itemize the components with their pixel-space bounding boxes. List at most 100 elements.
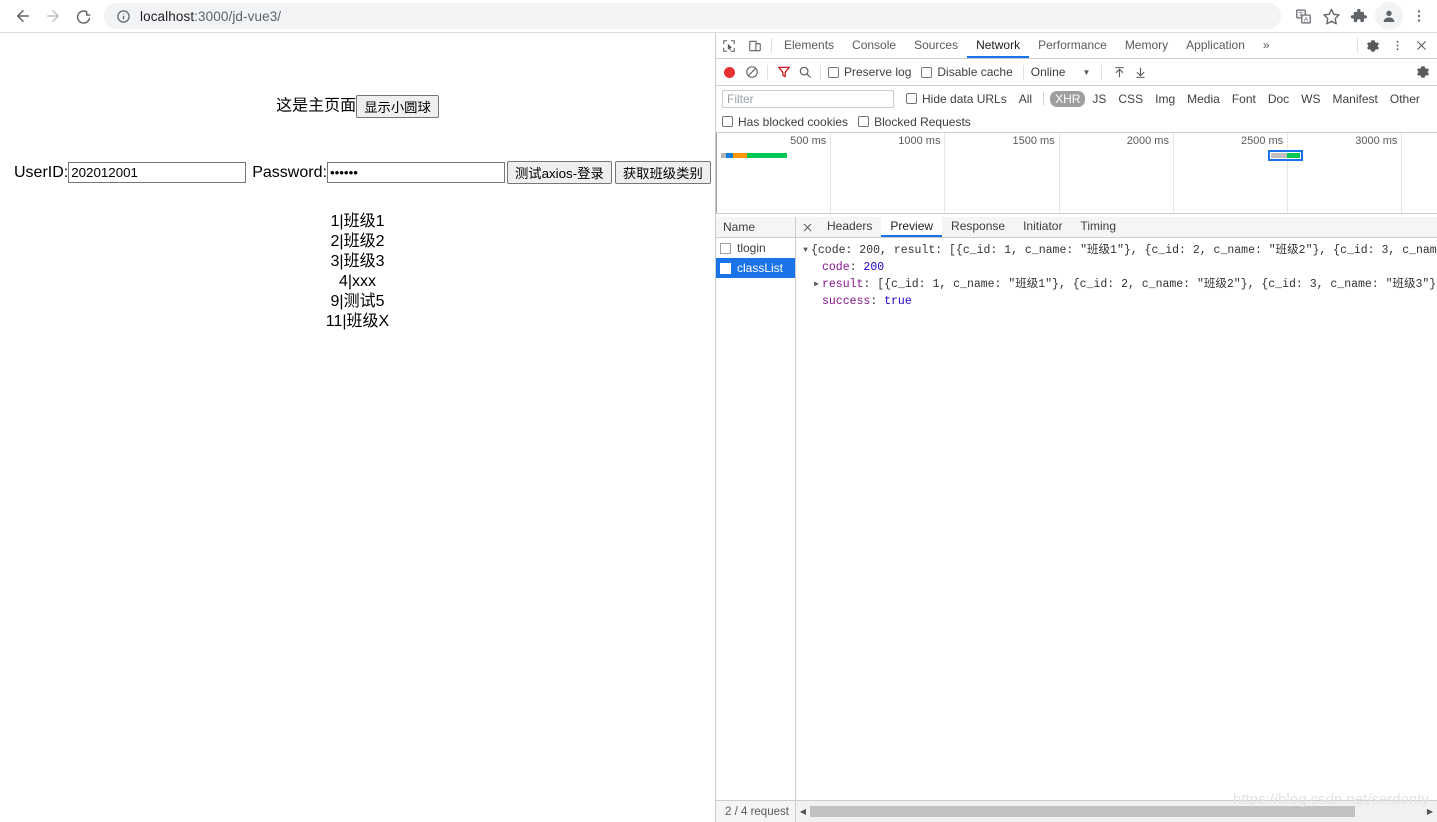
devtools-more-icon[interactable] (1385, 33, 1409, 58)
type-filter-doc[interactable]: Doc (1263, 91, 1294, 107)
device-toolbar-icon[interactable] (742, 33, 768, 58)
request-detail-column: Headers Preview Response Initiator Timing ▼ … (796, 217, 1437, 800)
export-har-icon[interactable] (1130, 62, 1151, 83)
type-filter-manifest[interactable]: Manifest (1328, 91, 1383, 107)
scrollbar-thumb[interactable] (810, 806, 1355, 817)
timeline-bar-segment (746, 153, 787, 158)
disable-cache-label: Disable cache (937, 65, 1013, 79)
type-filter-media[interactable]: Media (1182, 91, 1225, 107)
record-button-icon[interactable] (724, 66, 735, 78)
timeline-request-bar[interactable] (1267, 150, 1304, 161)
timeline-request-bar[interactable] (720, 153, 787, 158)
divider (1357, 38, 1358, 53)
hide-data-urls-checkbox[interactable]: Hide data URLs (906, 92, 1007, 106)
expand-triangle-icon[interactable]: ▼ (800, 242, 811, 259)
network-settings-icon[interactable] (1412, 62, 1433, 83)
type-filter-all[interactable]: All (1014, 91, 1037, 107)
scroll-right-arrow-icon[interactable]: ▶ (1423, 807, 1437, 816)
site-info-icon[interactable] (116, 9, 131, 24)
type-filter-xhr[interactable]: XHR (1050, 90, 1086, 107)
throttling-dropdown[interactable]: Online ▼ (1031, 65, 1091, 79)
divider (767, 64, 768, 80)
detail-tab-response[interactable]: Response (942, 217, 1014, 237)
show-ball-button[interactable]: 显示小圆球 (356, 95, 439, 118)
json-result-line[interactable]: ▶ result: [{c_id: 1, c_name: "班级1"}, {c_… (800, 276, 1437, 293)
devtools-settings-icon[interactable] (1361, 33, 1385, 58)
profile-avatar-icon[interactable] (1375, 2, 1403, 30)
devtools-tab-elements[interactable]: Elements (775, 33, 843, 58)
scrollbar-track[interactable] (1355, 806, 1423, 817)
translate-icon[interactable]: A文 (1289, 2, 1317, 30)
network-overview-timeline[interactable]: 500 ms 1000 ms 1500 ms 2000 ms 2500 ms 3000 m… (716, 133, 1437, 214)
network-filter-row: Hide data URLs All XHRJSCSSImgMediaFontDo… (716, 86, 1437, 111)
forward-button[interactable] (38, 1, 68, 31)
type-filter-css[interactable]: CSS (1113, 91, 1148, 107)
bookmark-star-icon[interactable] (1317, 2, 1345, 30)
reload-button[interactable] (68, 1, 98, 31)
login-form-row: UserID: Password: 测试axios-登录获取班级类别 (0, 161, 715, 184)
blocked-requests-checkbox[interactable]: Blocked Requests (858, 115, 971, 129)
json-success-key: success (822, 295, 871, 308)
expand-triangle-icon[interactable]: ▶ (811, 276, 822, 293)
json-code-line: code: 200 (822, 261, 885, 274)
response-preview-pane[interactable]: ▼ {code: 200, result: [{c_id: 1, c_name:… (796, 238, 1437, 800)
request-row[interactable]: classList (716, 258, 795, 278)
network-lower-area: Name tlogin classList Headers Preview Respo… (716, 217, 1437, 800)
search-icon[interactable] (794, 62, 815, 83)
detail-tab-timing[interactable]: Timing (1071, 217, 1125, 237)
detail-tab-initiator[interactable]: Initiator (1014, 217, 1071, 237)
devtools-tab-application[interactable]: Application (1177, 33, 1254, 58)
userid-input[interactable] (68, 162, 247, 183)
file-type-icon (720, 242, 731, 254)
url-text: localhost:3000/jd-vue3/ (140, 8, 282, 24)
filter-input[interactable] (722, 89, 894, 108)
back-button[interactable] (8, 1, 38, 31)
timeline-tick-label: 3000 ms (1355, 135, 1398, 147)
blocked-requests-label: Blocked Requests (874, 114, 971, 129)
browser-menu-icon[interactable] (1405, 2, 1433, 30)
close-detail-icon[interactable] (796, 217, 818, 237)
devtools-tab-sources[interactable]: Sources (905, 33, 967, 58)
devtools-tabbar: Elements Console Sources Network Performance… (716, 33, 1437, 59)
request-name: tlogin (737, 241, 766, 255)
preserve-log-label: Preserve log (844, 65, 912, 79)
scroll-left-arrow-icon[interactable]: ◀ (796, 807, 810, 816)
type-filter-ws[interactable]: WS (1296, 91, 1325, 107)
request-row[interactable]: tlogin (716, 238, 795, 258)
devtools-tab-network[interactable]: Network (967, 33, 1030, 58)
type-filter-font[interactable]: Font (1227, 91, 1261, 107)
inspect-element-icon[interactable] (716, 33, 742, 58)
type-filter-img[interactable]: Img (1150, 91, 1180, 107)
import-har-icon[interactable] (1109, 62, 1130, 83)
divider (771, 38, 772, 53)
request-count-status: 2 / 4 request (716, 801, 796, 822)
preserve-log-checkbox[interactable]: Preserve log (828, 65, 911, 79)
has-blocked-cookies-checkbox[interactable]: Has blocked cookies (722, 115, 848, 129)
clear-icon[interactable] (741, 62, 762, 83)
network-status-bar: 2 / 4 request ◀ ▶ (716, 800, 1437, 822)
detail-tab-preview[interactable]: Preview (881, 217, 943, 237)
devtools-tab-console[interactable]: Console (843, 33, 905, 58)
address-bar[interactable]: localhost:3000/jd-vue3/ (104, 3, 1281, 29)
devtools-tab-performance[interactable]: Performance (1029, 33, 1116, 58)
json-result-key: result (822, 278, 864, 291)
name-column-header: Name (716, 217, 795, 238)
devtools-panel: Elements Console Sources Network Performance… (715, 33, 1437, 822)
timeline-bar-segment (726, 153, 734, 158)
disable-cache-checkbox[interactable]: Disable cache (921, 65, 1013, 79)
devtools-close-icon[interactable] (1409, 33, 1433, 58)
get-class-list-button[interactable]: 获取班级类别 (614, 161, 711, 184)
devtools-tab-memory[interactable]: Memory (1116, 33, 1177, 58)
password-input[interactable] (326, 162, 505, 183)
json-root-line[interactable]: ▼ {code: 200, result: [{c_id: 1, c_name:… (800, 242, 1437, 259)
devtools-overflow-tabs[interactable]: » (1254, 33, 1279, 58)
type-filter-other[interactable]: Other (1385, 91, 1425, 107)
type-filter-js[interactable]: JS (1087, 91, 1111, 107)
detail-tab-headers[interactable]: Headers (818, 217, 881, 237)
extensions-puzzle-icon[interactable] (1345, 2, 1373, 30)
horizontal-scrollbar[interactable]: ◀ ▶ (796, 801, 1437, 822)
checkbox-box (858, 116, 870, 127)
filter-icon[interactable] (773, 62, 794, 83)
password-label: Password: (252, 163, 327, 181)
test-axios-login-button[interactable]: 测试axios-登录 (506, 161, 612, 184)
